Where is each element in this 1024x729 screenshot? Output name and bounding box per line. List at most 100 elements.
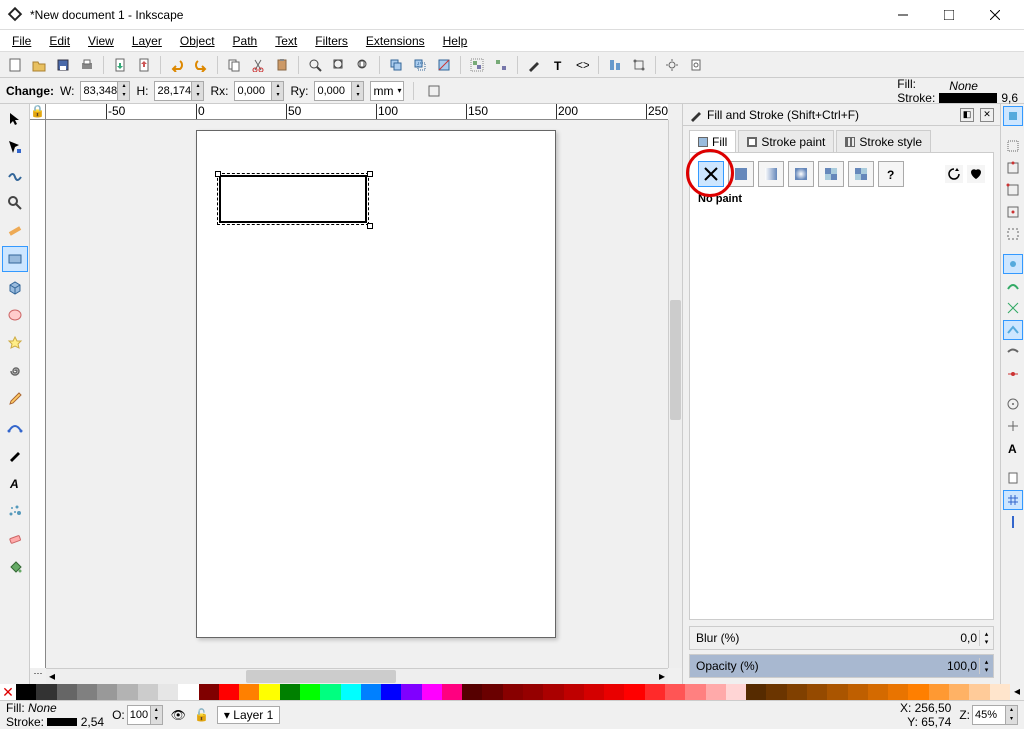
palette-swatch[interactable] — [645, 684, 665, 700]
palette-swatch[interactable] — [543, 684, 563, 700]
snap-path-button[interactable] — [1003, 276, 1023, 296]
menu-edit[interactable]: Edit — [41, 32, 78, 50]
snap-center-button[interactable] — [1003, 394, 1023, 414]
snap-midpoint-button[interactable] — [1003, 364, 1023, 384]
palette-swatch[interactable] — [442, 684, 462, 700]
width-input[interactable]: ▴▾ — [80, 81, 130, 101]
tab-stroke-paint[interactable]: Stroke paint — [738, 130, 834, 152]
palette-swatch[interactable] — [178, 684, 198, 700]
zoom-page-button[interactable] — [352, 54, 374, 76]
spiral-tool[interactable] — [2, 358, 28, 384]
star-tool[interactable] — [2, 330, 28, 356]
palette-swatch[interactable] — [77, 684, 97, 700]
resize-handle-nw[interactable] — [215, 171, 221, 177]
menu-file[interactable]: File — [4, 32, 39, 50]
tab-stroke-style[interactable]: Stroke style — [836, 130, 931, 152]
paintbucket-tool[interactable] — [2, 554, 28, 580]
palette-swatch[interactable] — [807, 684, 827, 700]
palette-swatch[interactable] — [665, 684, 685, 700]
paint-radial-button[interactable] — [788, 161, 814, 187]
paint-linear-button[interactable] — [758, 161, 784, 187]
snap-rotation-button[interactable] — [1003, 416, 1023, 436]
menu-text[interactable]: Text — [267, 32, 305, 50]
zoom-drawing-button[interactable] — [328, 54, 350, 76]
cut-button[interactable] — [247, 54, 269, 76]
palette-swatch[interactable] — [361, 684, 381, 700]
redo-button[interactable] — [190, 54, 212, 76]
paste-button[interactable] — [271, 54, 293, 76]
palette-swatch[interactable] — [300, 684, 320, 700]
ellipse-tool[interactable] — [2, 302, 28, 328]
eraser-tool[interactable] — [2, 526, 28, 552]
status-fill-stroke[interactable]: Fill: None Stroke: 2,54 — [6, 701, 104, 729]
palette-swatch[interactable] — [827, 684, 847, 700]
ungroup-button[interactable] — [490, 54, 512, 76]
canvas[interactable] — [46, 120, 668, 668]
palette-swatch[interactable] — [138, 684, 158, 700]
maximize-button[interactable] — [926, 0, 972, 30]
docprops-button[interactable] — [685, 54, 707, 76]
panel-dock-button[interactable]: ◧ — [960, 108, 974, 122]
spray-tool[interactable] — [2, 498, 28, 524]
palette-swatch[interactable] — [868, 684, 888, 700]
text-props-button[interactable]: T — [547, 54, 569, 76]
palette-swatch[interactable] — [746, 684, 766, 700]
text-tool[interactable]: A — [2, 470, 28, 496]
palette-swatch[interactable] — [908, 684, 928, 700]
palette-swatch[interactable] — [462, 684, 482, 700]
selector-tool[interactable] — [2, 106, 28, 132]
palette-swatch[interactable] — [239, 684, 259, 700]
snap-nodes-button[interactable] — [1003, 254, 1023, 274]
palette-swatch[interactable] — [766, 684, 786, 700]
snap-bbox-button[interactable] — [1003, 136, 1023, 156]
palette-swatch[interactable] — [117, 684, 137, 700]
measure-tool[interactable] — [2, 218, 28, 244]
paint-unknown-button[interactable]: ? — [878, 161, 904, 187]
vertical-scrollbar[interactable] — [668, 120, 682, 668]
paint-none-button[interactable] — [698, 161, 724, 187]
palette-swatch[interactable] — [259, 684, 279, 700]
ruler-lock-icon[interactable]: 🔒 — [30, 104, 46, 120]
3dbox-tool[interactable] — [2, 274, 28, 300]
palette-swatch[interactable] — [97, 684, 117, 700]
snap-guide-button[interactable] — [1003, 512, 1023, 532]
snap-bbox-edge-button[interactable] — [1003, 158, 1023, 178]
tweak-tool[interactable] — [2, 162, 28, 188]
menu-layer[interactable]: Layer — [124, 32, 170, 50]
layer-visibility-icon[interactable]: 👁 — [171, 708, 186, 722]
group-button[interactable] — [466, 54, 488, 76]
vertical-ruler[interactable] — [30, 120, 46, 668]
import-button[interactable] — [109, 54, 131, 76]
palette-swatch[interactable] — [929, 684, 949, 700]
palette-swatch[interactable] — [341, 684, 361, 700]
rectangle-tool[interactable] — [2, 246, 28, 272]
unit-select[interactable]: mm — [370, 81, 404, 101]
zoom-selection-button[interactable] — [304, 54, 326, 76]
height-input[interactable]: ▴▾ — [154, 81, 204, 101]
palette-swatch[interactable] — [523, 684, 543, 700]
layer-selector[interactable]: ▾ Layer 1 — [217, 706, 280, 724]
undo-button[interactable] — [166, 54, 188, 76]
palette-swatch[interactable] — [726, 684, 746, 700]
zoom-tool[interactable] — [2, 190, 28, 216]
minimize-button[interactable] — [880, 0, 926, 30]
palette-swatch[interactable] — [401, 684, 421, 700]
pencil-tool[interactable] — [2, 386, 28, 412]
palette-swatch[interactable] — [320, 684, 340, 700]
palette-none-swatch[interactable]: ✕ — [0, 684, 16, 700]
print-button[interactable] — [76, 54, 98, 76]
paint-swatch-button[interactable] — [848, 161, 874, 187]
palette-swatch[interactable] — [219, 684, 239, 700]
palette-swatch[interactable] — [685, 684, 705, 700]
palette-swatch[interactable] — [584, 684, 604, 700]
snap-bbox-midpoint-button[interactable] — [1003, 202, 1023, 222]
opacity-slider[interactable]: Opacity (%) 100,0 ▴▾ — [689, 654, 994, 678]
panel-close-button[interactable]: ✕ — [980, 108, 994, 122]
copy-button[interactable] — [223, 54, 245, 76]
palette-swatch[interactable] — [706, 684, 726, 700]
prefs-button[interactable] — [661, 54, 683, 76]
save-button[interactable] — [52, 54, 74, 76]
resize-handle-se[interactable] — [367, 223, 373, 229]
palette-swatch[interactable] — [848, 684, 868, 700]
new-button[interactable] — [4, 54, 26, 76]
